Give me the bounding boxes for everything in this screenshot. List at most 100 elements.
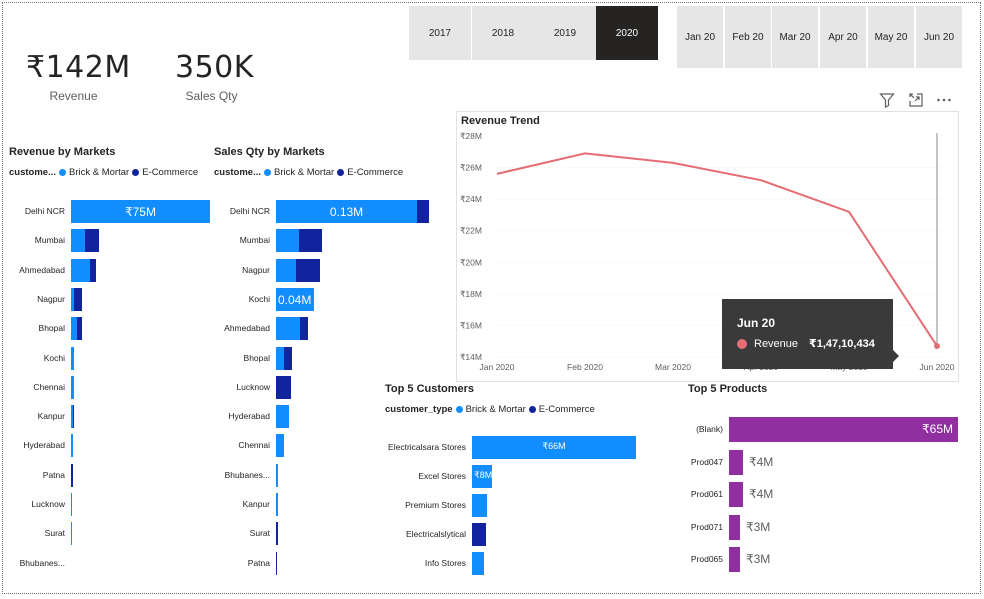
data-label: ₹3M	[746, 519, 771, 534]
y-tick-label: ₹24M	[460, 194, 482, 204]
tooltip-series-name: Revenue	[754, 337, 799, 350]
legend-ecom-dot	[528, 406, 536, 413]
filter-icon[interactable]	[879, 92, 895, 111]
revenue-value: ₹142M	[26, 50, 131, 85]
bar-ecommerce[interactable]	[71, 463, 73, 487]
bar-ecommerce[interactable]	[90, 258, 96, 282]
category-label: Delhi NCR	[24, 206, 65, 216]
category-label: Excel Stores	[418, 471, 466, 481]
bar-brick-mortar[interactable]	[71, 434, 73, 458]
revenue-card[interactable]: ₹142M Revenue	[22, 50, 130, 106]
bar-brick-mortar[interactable]	[71, 522, 72, 546]
hover-point[interactable]	[934, 342, 940, 349]
bar-ecommerce[interactable]	[472, 523, 486, 546]
top-products-title: Top 5 Products	[688, 383, 768, 395]
bar-brick-mortar[interactable]	[276, 463, 278, 487]
tooltip-row: Revenue ₹1,47,10,434	[737, 337, 875, 350]
bar-brick-mortar[interactable]	[276, 405, 289, 429]
legend-title: custome...	[214, 167, 261, 178]
more-options-icon[interactable]	[936, 92, 952, 111]
bar-brick-mortar[interactable]	[276, 317, 300, 341]
bar-brick-mortar[interactable]	[71, 258, 90, 282]
chart-tooltip: Jun 20 Revenue ₹1,47,10,434	[722, 299, 899, 369]
bar-brick-mortar[interactable]	[472, 552, 484, 575]
data-label: ₹3M	[746, 552, 771, 566]
bar-ecommerce[interactable]	[417, 200, 429, 223]
bar-product[interactable]	[729, 547, 740, 572]
month-slicer-item[interactable]: Apr 20	[820, 6, 866, 68]
category-label: Electricalsara Stores	[388, 442, 466, 452]
bar-ecommerce[interactable]	[276, 551, 277, 575]
y-tick-label: ₹28M	[460, 131, 482, 141]
bar-ecommerce[interactable]	[77, 317, 82, 341]
sales-qty-label: Sales Qty	[185, 89, 238, 103]
bar-product[interactable]	[729, 482, 743, 507]
bar-product[interactable]	[729, 514, 740, 540]
category-label: Chennai	[238, 440, 270, 451]
legend-brick-label[interactable]: Brick & Mortar	[69, 167, 129, 178]
legend-brick-dot	[455, 406, 463, 413]
category-label: Ahmedabad	[19, 264, 65, 275]
legend-title: custome...	[9, 167, 56, 178]
bar-ecommerce[interactable]	[299, 229, 322, 253]
category-label: Bhubanes...	[224, 469, 270, 480]
bar-brick-mortar[interactable]	[276, 493, 278, 516]
legend-ecom-label[interactable]: E-Commerce	[539, 404, 595, 415]
bar-brick-mortar[interactable]	[276, 229, 299, 253]
category-label: Patna	[247, 557, 270, 568]
chart-title: Revenue Trend	[461, 115, 540, 127]
year-slicer-item[interactable]: 2019	[534, 6, 596, 60]
bar-ecommerce[interactable]	[276, 522, 278, 546]
legend-ecom-dot	[132, 169, 140, 176]
category-label: Bhubanes...	[19, 557, 65, 568]
bar-brick-mortar[interactable]	[276, 346, 284, 370]
y-tick-label: ₹26M	[460, 163, 482, 173]
bar-ecommerce[interactable]	[300, 317, 308, 341]
legend-ecom-label[interactable]: E-Commerce	[347, 167, 403, 178]
category-label: Bhopal	[38, 323, 65, 334]
year-slicer-item[interactable]: 2020	[596, 6, 658, 60]
y-tick-label: ₹22M	[460, 226, 482, 236]
bar-brick-mortar[interactable]	[71, 229, 85, 253]
bar-brick-mortar[interactable]	[472, 494, 487, 517]
bar-brick-mortar[interactable]	[71, 375, 74, 399]
bar-ecommerce[interactable]	[74, 287, 82, 311]
category-label: Kochi	[248, 293, 270, 304]
month-slicer-item[interactable]: Feb 20	[725, 6, 771, 68]
sales-qty-card[interactable]: 350K Sales Qty	[165, 50, 258, 106]
year-slicer-item[interactable]: 2018	[472, 6, 534, 60]
bar-ecommerce[interactable]	[296, 258, 320, 282]
bar-ecommerce[interactable]	[276, 375, 291, 399]
month-slicer-item[interactable]: Jan 20	[677, 6, 723, 68]
bar-brick-mortar[interactable]	[71, 493, 72, 516]
bar-brick-mortar[interactable]	[276, 258, 296, 282]
data-label: ₹4M	[749, 454, 774, 469]
legend-ecom-label[interactable]: E-Commerce	[142, 167, 198, 178]
month-slicer-item[interactable]: Jun 20	[916, 6, 962, 68]
category-label: Bhopal	[243, 352, 270, 363]
category-label: Hyderabad	[228, 411, 270, 422]
legend-brick-dot	[264, 169, 271, 176]
category-label: Delhi NCR	[229, 206, 270, 216]
y-tick-label: ₹18M	[460, 289, 482, 299]
category-label: Hyderabad	[23, 440, 65, 451]
bar-ecommerce[interactable]	[73, 405, 74, 429]
year-slicer-item[interactable]: 2017	[409, 6, 471, 60]
month-slicer-item[interactable]: May 20	[868, 6, 914, 68]
focus-mode-icon[interactable]	[908, 92, 924, 111]
legend-brick-label[interactable]: Brick & Mortar	[466, 404, 526, 415]
data-label: ₹66M	[542, 441, 566, 451]
sales-qty-by-markets-legend: custome... Brick & Mortar E-Commerce	[214, 167, 403, 178]
category-label: Ahmedabad	[224, 323, 270, 334]
x-tick-label: Jan 2020	[480, 362, 515, 372]
bar-product[interactable]	[729, 449, 743, 475]
bar-ecommerce[interactable]	[85, 229, 99, 253]
bar-ecommerce[interactable]	[284, 346, 292, 370]
legend-brick-label[interactable]: Brick & Mortar	[274, 167, 334, 178]
bar-brick-mortar[interactable]	[276, 434, 284, 458]
tooltip-value: ₹1,47,10,434	[809, 338, 875, 350]
bar-brick-mortar[interactable]	[71, 346, 74, 370]
data-label: 0.13M	[329, 205, 364, 219]
month-slicer-item[interactable]: Mar 20	[772, 6, 818, 68]
sales-qty-by-markets-title: Sales Qty by Markets	[214, 146, 325, 158]
